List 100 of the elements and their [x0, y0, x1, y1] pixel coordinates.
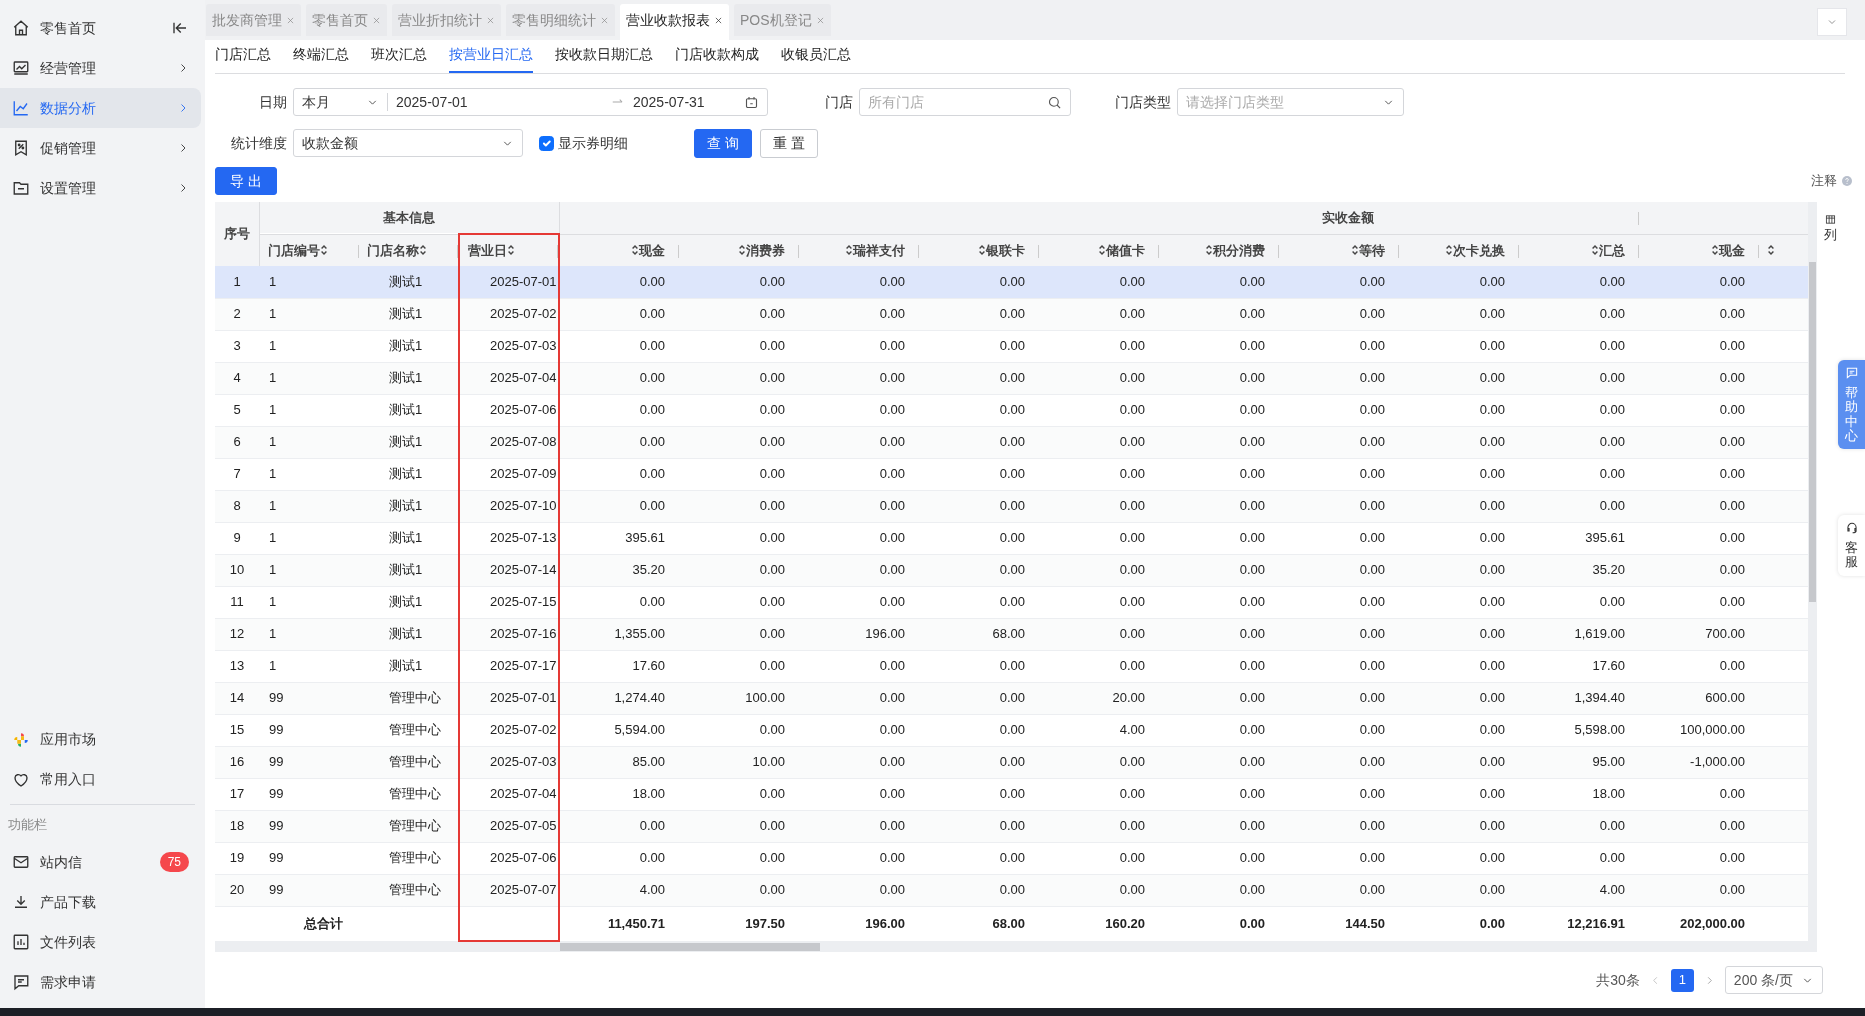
column-header[interactable]: 汇总 [1599, 242, 1626, 258]
table-cell: 0.00 [1359, 434, 1385, 450]
table-cell: 0.00 [1599, 402, 1626, 418]
table-cell: 0.00 [1119, 818, 1145, 834]
table-cell: 1 [269, 498, 277, 514]
table-cell: 0.00 [759, 530, 785, 546]
sidebar-item[interactable]: 常用入口 [0, 759, 201, 800]
report-tab[interactable]: 按收款日期汇总 [555, 44, 653, 73]
table-cell: 管理中心 [389, 850, 441, 866]
sidebar-item[interactable]: 站内信 75 [0, 842, 201, 882]
report-tab[interactable]: 终端汇总 [293, 44, 349, 73]
field-label: 日期 [258, 92, 287, 112]
report-tab[interactable]: 收银员汇总 [781, 44, 851, 73]
scrollbar[interactable] [215, 942, 1817, 952]
date-range-field[interactable]: 本月 2025-07-01 2025-07-31 [293, 88, 768, 116]
sidebar-item[interactable]: 文件列表 [0, 922, 201, 962]
table-cell: 0.00 [999, 434, 1025, 450]
sort-icon[interactable] [845, 243, 853, 256]
column-header[interactable]: 营业日 [468, 242, 507, 258]
checkbox-label: 显示券明细 [558, 133, 628, 153]
table-cell: 99 [269, 690, 284, 706]
table-cell: 0.00 [1479, 818, 1505, 834]
reset-button[interactable]: 重 置 [759, 128, 818, 158]
sort-icon[interactable] [978, 243, 986, 256]
table-cell: 0.00 [1119, 786, 1145, 802]
scrollbar[interactable] [1808, 202, 1817, 942]
query-button[interactable]: 查 询 [694, 128, 752, 158]
column-header[interactable]: 现金 [639, 242, 665, 258]
sort-icon[interactable] [631, 243, 639, 256]
report-tab[interactable]: 按营业日汇总 [449, 44, 533, 73]
sort-icon[interactable] [1351, 243, 1359, 256]
table-cell: 19 [229, 850, 245, 866]
table-cell: 18.00 [1592, 786, 1626, 802]
table-cell: 0.00 [879, 754, 905, 770]
sidebar-item[interactable]: 需求申请 [0, 962, 201, 1002]
column-header[interactable]: 等待 [1359, 242, 1385, 258]
column-header: 序号 [223, 226, 250, 242]
table-cell: 0.00 [1119, 658, 1145, 674]
table-cell: 15 [229, 722, 245, 738]
sort-icon[interactable] [1591, 243, 1600, 256]
table-cell: 0.00 [1719, 498, 1746, 514]
table-cell: 0.00 [1479, 434, 1505, 450]
report-tab[interactable]: 门店收款构成 [675, 44, 759, 73]
report-tab[interactable]: 班次汇总 [371, 44, 427, 73]
table-cell: 0.00 [1359, 690, 1385, 706]
table-cell: 2025-07-17 [490, 658, 557, 674]
table-cell: 测试1 [389, 402, 423, 418]
sort-icon[interactable] [1445, 243, 1453, 256]
sidebar-item[interactable]: 产品下载 [0, 882, 201, 922]
table-cell: 0.00 [1359, 850, 1385, 866]
export-button[interactable]: 导 出 [215, 167, 277, 195]
column-header[interactable]: 银联卡 [986, 242, 1025, 258]
sort-icon[interactable] [507, 243, 515, 256]
page-button[interactable]: 1 [1670, 968, 1694, 992]
column-header[interactable]: 消费券 [746, 242, 785, 258]
page-size-select[interactable]: 200 条/页 [1724, 966, 1823, 994]
table-cell: 17 [229, 786, 245, 802]
table-cell: 2025-07-10 [490, 498, 557, 514]
checkbox[interactable] [539, 135, 554, 151]
sidebar-item[interactable]: 经营管理 [0, 48, 201, 88]
table-cell: 0.00 [1359, 402, 1385, 418]
sidebar-item[interactable]: 零售首页 [0, 8, 201, 48]
sort-icon[interactable] [319, 243, 328, 256]
count-badge: 75 [159, 852, 189, 872]
table-cell: 1 [269, 594, 277, 610]
table-cell: 0.00 [1359, 466, 1385, 482]
table-cell: 0.00 [1239, 690, 1265, 706]
table-cell: 0.00 [879, 722, 905, 738]
table-cell: 0.00 [759, 274, 785, 289]
table-cell: 0.00 [759, 370, 785, 386]
table-cell: 20.00 [1112, 690, 1145, 706]
table-cell: 0.00 [639, 434, 665, 450]
table-cell: 1 [269, 274, 277, 289]
report-tab[interactable]: 门店汇总 [215, 44, 271, 73]
sort-icon[interactable] [1711, 243, 1720, 256]
sort-icon[interactable] [1767, 243, 1776, 256]
sidebar-item[interactable]: 应用市场 [0, 719, 201, 760]
table-cell: 0.00 [1479, 530, 1505, 546]
sort-icon[interactable] [419, 243, 427, 256]
sort-icon[interactable] [1098, 243, 1106, 256]
column-header[interactable]: 储值卡 [1106, 242, 1145, 258]
sidebar-item[interactable]: 设置管理 [0, 168, 201, 208]
side-tab[interactable]: 客服 [1838, 515, 1865, 576]
table-cell: 2025-07-06 [490, 402, 557, 418]
dimension-select[interactable]: 收款金额 [293, 129, 523, 157]
download-icon [12, 893, 30, 911]
sort-icon[interactable] [1205, 243, 1213, 256]
sidebar-item[interactable]: 促销管理 [0, 128, 201, 168]
table-cell: 0.00 [879, 402, 905, 418]
table-cell: 0.00 [1479, 626, 1505, 642]
close-icon[interactable] [714, 15, 723, 25]
columns-icon [1825, 214, 1837, 225]
page-tab[interactable]: 营业收款报表 [620, 4, 729, 40]
sort-icon[interactable] [738, 243, 746, 256]
table-cell: 测试1 [389, 370, 423, 386]
sidebar-item[interactable]: 数据分析 [0, 88, 201, 128]
message-icon [1844, 366, 1859, 380]
total-cell: 0.00 [1239, 915, 1265, 931]
total-cell: 196.00 [865, 915, 905, 931]
column-header[interactable]: 现金 [1719, 242, 1746, 258]
